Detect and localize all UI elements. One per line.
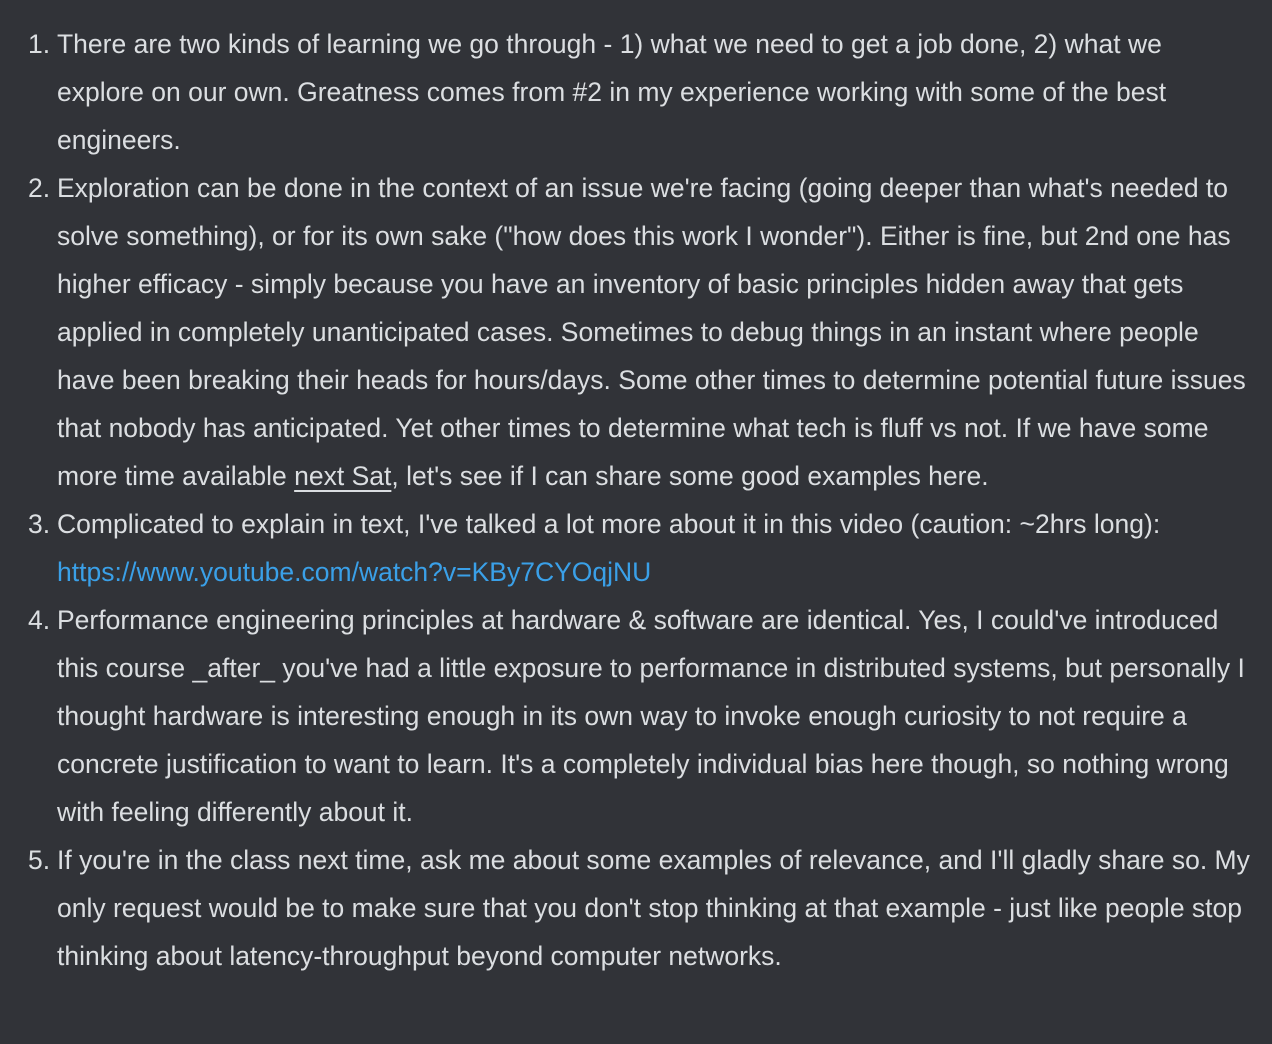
list-item: 3. Complicated to explain in text, I've … [28, 500, 1252, 596]
list-item-text-continued: , let's see if I can share some good exa… [391, 461, 989, 491]
list-item: 5. If you're in the class next time, ask… [28, 836, 1252, 980]
list-item-number: 3. [28, 509, 51, 539]
numbered-list: 1. There are two kinds of learning we go… [0, 20, 1252, 980]
list-item-text: If you're in the class next time, ask me… [57, 845, 1250, 971]
list-item-number: 4. [28, 605, 51, 635]
chat-message: 1. There are two kinds of learning we go… [0, 0, 1272, 1044]
list-item-text: Performance engineering principles at ha… [57, 605, 1245, 827]
list-item: 2. Exploration can be done in the contex… [28, 164, 1252, 500]
list-item: 1. There are two kinds of learning we go… [28, 20, 1252, 164]
list-item-number: 5. [28, 845, 51, 875]
list-item-text: Complicated to explain in text, I've tal… [57, 509, 1161, 539]
date-mention[interactable]: next Sat [294, 461, 391, 491]
list-item: 4. Performance engineering principles at… [28, 596, 1252, 836]
list-item-number: 1. [28, 29, 51, 59]
youtube-link[interactable]: https://www.youtube.com/watch?v=KBy7CYOq… [57, 557, 651, 587]
list-item-text: Exploration can be done in the context o… [57, 173, 1246, 491]
list-item-number: 2. [28, 173, 51, 203]
list-item-text: There are two kinds of learning we go th… [57, 29, 1167, 155]
